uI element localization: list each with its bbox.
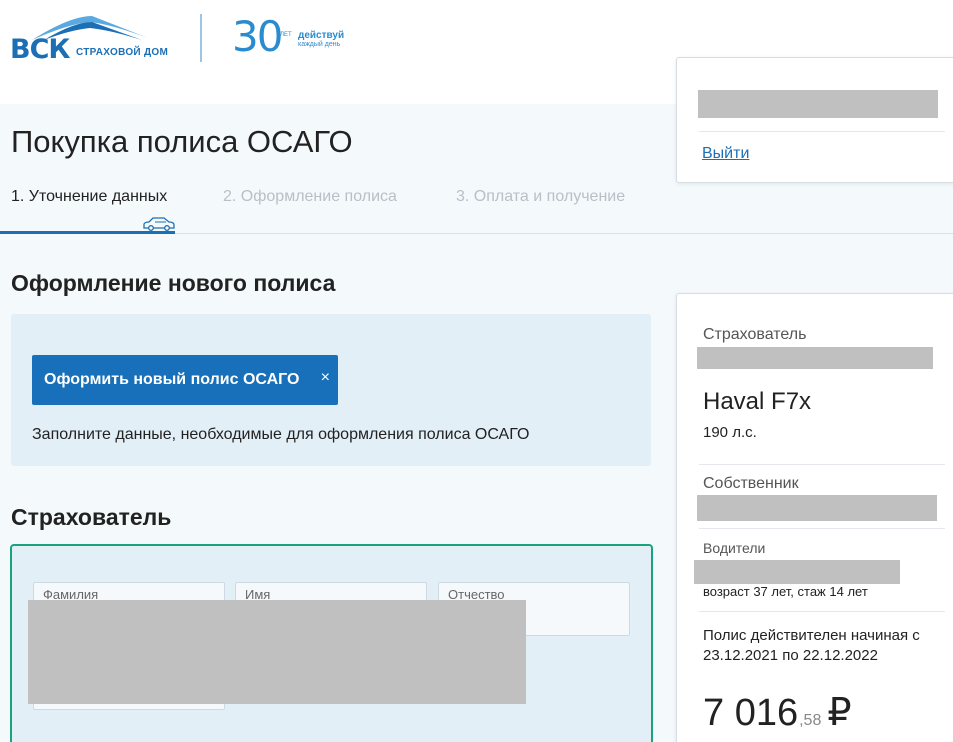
- redacted-insurer-name: [697, 347, 933, 369]
- insurer-title: Страхователь: [11, 504, 172, 530]
- redacted-driver-name: [694, 560, 900, 584]
- anniversary-number: 30: [232, 12, 283, 61]
- summary-divider: [699, 464, 945, 465]
- driver-info: возраст 37 лет, стаж 14 лет: [703, 584, 868, 599]
- new-policy-button-label: Оформить новый полис ОСАГО: [44, 371, 300, 388]
- summary-divider: [699, 528, 945, 529]
- summary-drivers-label: Водители: [703, 540, 766, 556]
- new-policy-description: Заполните данные, необходимые для оформл…: [32, 426, 530, 443]
- logo-text: ВСК: [10, 34, 70, 65]
- ruble-icon: ₽: [827, 692, 852, 734]
- user-card-divider: [699, 131, 945, 132]
- summary-owner-label: Собственник: [703, 475, 799, 492]
- car-power: 190 л.с.: [703, 424, 757, 441]
- redacted-form-data: [28, 600, 526, 704]
- logout-link[interactable]: Выйти: [702, 145, 749, 163]
- close-icon[interactable]: ×: [321, 369, 330, 387]
- price-fraction: ,58: [799, 712, 822, 729]
- active-step-underline: [0, 231, 175, 234]
- anniversary-badge: 30 ЛЕТ действуй каждый день: [232, 12, 362, 64]
- step-2: 2. Оформление полиса: [223, 188, 397, 205]
- new-policy-button[interactable]: Оформить новый полис ОСАГО ×: [32, 355, 338, 405]
- summary-insurer-label: Страхователь: [703, 326, 807, 343]
- policy-price: 7 016,58 ₽: [703, 690, 852, 735]
- car-name: Haval F7x: [703, 388, 812, 415]
- redacted-user-name: [698, 90, 938, 118]
- header-divider: [200, 14, 202, 62]
- policy-summary-card: Страхователь Haval F7x 190 л.с. Собствен…: [676, 293, 953, 742]
- redacted-owner-name: [697, 495, 937, 521]
- policy-validity: Полис действителен начиная с 23.12.2021 …: [703, 627, 920, 664]
- step-3: 3. Оплата и получение: [456, 188, 626, 205]
- car-icon: [143, 217, 175, 231]
- new-policy-box: Оформить новый полис ОСАГО × Заполните д…: [11, 314, 651, 466]
- user-card: Выйти: [676, 57, 953, 183]
- anniversary-sub: каждый день: [298, 41, 341, 48]
- insurer-form: Фамилия Имя Отчество: [10, 544, 653, 742]
- anniversary-let: ЛЕТ: [280, 32, 292, 38]
- step-1[interactable]: 1. Уточнение данных: [11, 188, 167, 206]
- anniversary-word: действуй: [298, 30, 345, 41]
- logo-subtitle: СТРАХОВОЙ ДОМ: [76, 47, 169, 58]
- summary-divider: [699, 611, 945, 612]
- new-policy-title: Оформление нового полиса: [11, 270, 336, 296]
- price-integer: 7 016: [703, 692, 799, 734]
- page-title: Покупка полиса ОСАГО: [11, 124, 353, 159]
- vsk-logo[interactable]: ВСК СТРАХОВОЙ ДОМ: [10, 14, 190, 66]
